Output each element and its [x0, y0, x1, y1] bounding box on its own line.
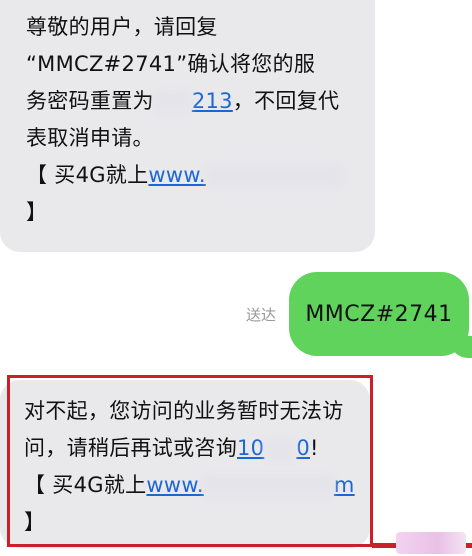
- url-link[interactable]: www.: [148, 163, 342, 187]
- outgoing-message-bubble: MMCZ#2741: [289, 272, 469, 356]
- message-line: “MMCZ#2741”确认将您的服: [26, 52, 316, 76]
- message-line: 务密码重置为 213，不回复代: [26, 89, 340, 113]
- highlight-box: [7, 375, 373, 547]
- redacted-region: [153, 91, 192, 113]
- incoming-message-text: 尊敬的用户，请回复 “MMCZ#2741”确认将您的服 务密码重置为 213，不回…: [26, 9, 342, 231]
- message-line: 表取消申请。: [26, 126, 154, 150]
- outgoing-message-text: MMCZ#2741: [305, 301, 453, 327]
- redacted-region: [205, 165, 342, 187]
- phone-link[interactable]: 213: [192, 89, 233, 113]
- message-line: 】: [26, 200, 48, 224]
- watermark: [396, 532, 466, 554]
- message-line: 尊敬的用户，请回复: [26, 15, 218, 39]
- delivery-status: 送达: [246, 306, 277, 324]
- message-line: 【 买4G就上www.: [26, 157, 342, 194]
